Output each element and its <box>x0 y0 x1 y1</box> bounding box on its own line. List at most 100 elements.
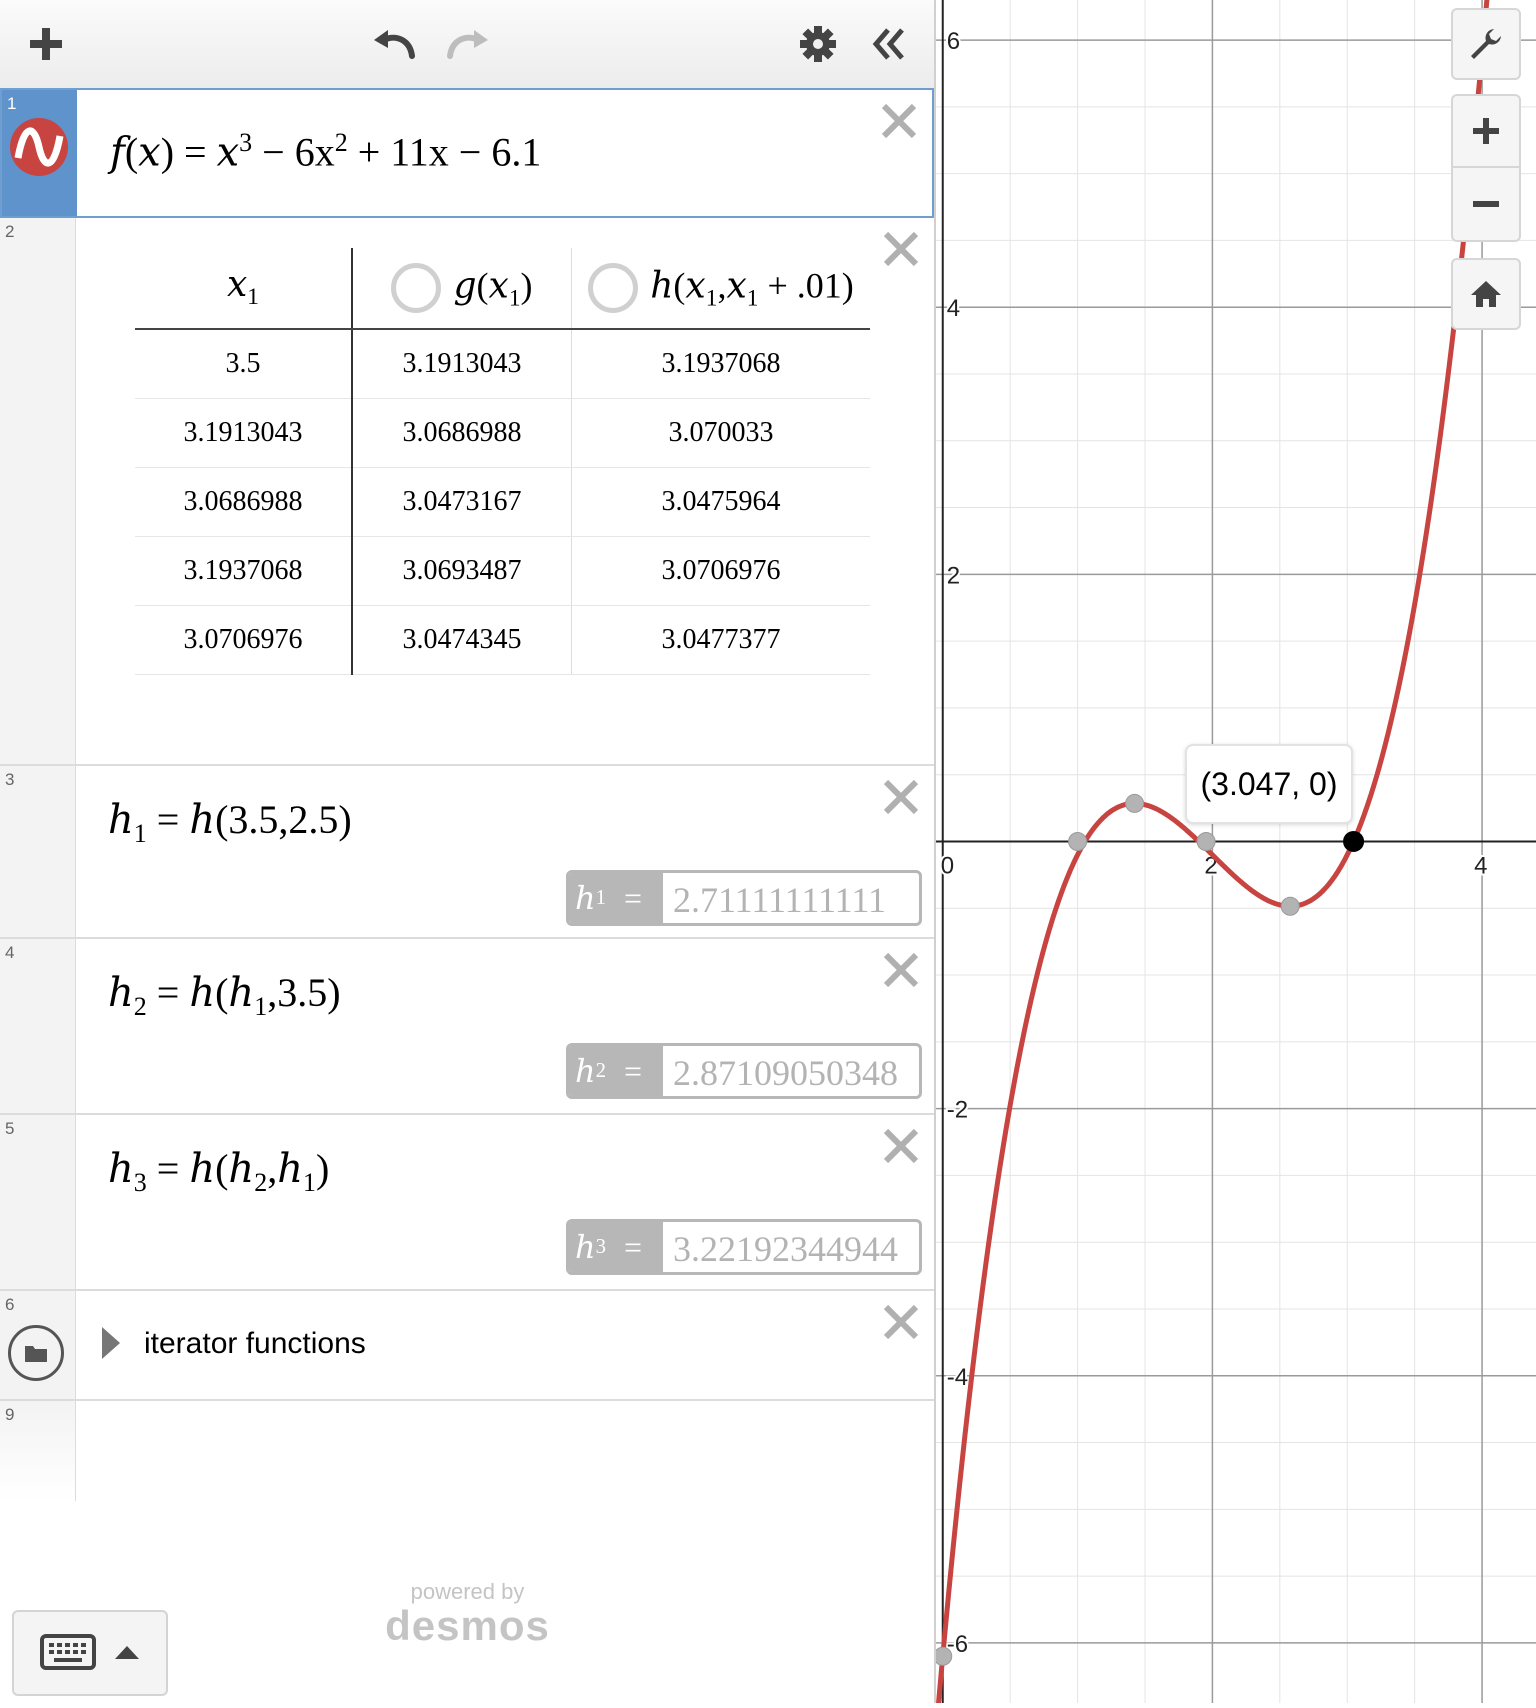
result-label: h 3 = <box>569 1222 663 1272</box>
table-cell: 3.0475964 <box>571 467 870 537</box>
y-tick-label: 6 <box>947 28 960 55</box>
y-tick-label: -4 <box>947 1364 968 1391</box>
expression-row-6[interactable]: 6 iterator functions <box>0 1291 934 1401</box>
expression-row-3[interactable]: 3 h1 = h(3.5,2.5) h 1 = 2.71111111111 <box>0 766 934 939</box>
expression-row-empty[interactable]: 9 <box>0 1401 934 1501</box>
graph-settings-button[interactable] <box>1451 8 1521 80</box>
delete-expression-button[interactable] <box>880 949 922 991</box>
table-header-x1[interactable]: x1 <box>135 248 353 330</box>
delete-expression-button[interactable] <box>880 776 922 818</box>
iteration-point <box>1068 831 1088 851</box>
graph-paper[interactable]: 0 2 4 6 4 2 -2 -4 -6 <box>933 0 1536 1708</box>
expression-gutter: 1 <box>2 90 77 216</box>
evaluation-result: h 1 = 2.71111111111 <box>566 870 922 926</box>
result-value: 2.71111111111 <box>673 880 886 920</box>
gear-icon <box>800 26 836 62</box>
add-expression-button[interactable] <box>16 14 76 74</box>
term-6x: − 6x <box>252 129 335 175</box>
delete-expression-button[interactable] <box>880 1301 922 1343</box>
zoom-out-icon <box>1473 201 1499 207</box>
function-name: f <box>110 129 125 176</box>
delete-expression-button[interactable] <box>880 1125 922 1167</box>
collapse-panel-button[interactable] <box>858 14 918 74</box>
folder-icon[interactable] <box>8 1325 64 1381</box>
table-cell: 3.0474345 <box>352 605 572 675</box>
settings-button[interactable] <box>788 14 848 74</box>
table-cell: 3.1913043 <box>352 329 572 399</box>
table-cell: 3.0706976 <box>571 536 870 606</box>
point-coordinate-label[interactable]: (3.047, 0) <box>1185 744 1353 824</box>
table-row: 3.1913043 3.0686988 3.070033 <box>135 398 870 468</box>
expression-row-1[interactable]: 1 f(x) = x3 − 6x2 + 11x − 6.1 <box>0 88 934 218</box>
zoom-in-button[interactable] <box>1451 94 1521 168</box>
expression-toolbar <box>0 0 934 89</box>
expression-formula[interactable]: h2 = h(h1,3.5) <box>108 969 341 1022</box>
delete-expression-button[interactable] <box>878 100 920 142</box>
expression-gutter: 4 <box>0 939 76 1113</box>
iteration-point <box>933 1646 953 1666</box>
expression-gutter: 3 <box>0 766 76 937</box>
table-row: 3.0686988 3.0473167 3.0475964 <box>135 467 870 537</box>
table-header-row: x1 g(x1) h(x1,x1 + .01) <box>135 248 870 330</box>
y-tick-label: 2 <box>947 562 960 589</box>
table-header-h[interactable]: h(x1,x1 + .01) <box>571 248 870 330</box>
term-tail: + 11x − 6.1 <box>347 129 542 175</box>
result-label: h 1 = <box>569 873 663 923</box>
series-visibility-toggle[interactable] <box>391 263 442 313</box>
table-cell[interactable]: 3.0686988 <box>135 467 353 537</box>
expression-index: 1 <box>7 94 17 113</box>
table-cell: 3.0693487 <box>352 536 572 606</box>
y-tick-label: 4 <box>947 295 960 322</box>
iteration-point <box>1196 831 1216 851</box>
expression-formula[interactable]: f(x) = x3 − 6x2 + 11x − 6.1 <box>110 128 541 175</box>
iteration-point <box>1125 793 1145 813</box>
expression-gutter: 5 <box>0 1115 76 1289</box>
close-icon <box>883 231 919 267</box>
term-x: x <box>216 129 240 176</box>
expression-gutter: 6 <box>0 1291 76 1399</box>
table-row: 3.0706976 3.0474345 3.0477377 <box>135 605 870 675</box>
table-cell[interactable]: 3.5 <box>135 329 353 399</box>
selected-point <box>1343 830 1365 852</box>
exponent-3: 3 <box>239 128 253 157</box>
keyboard-icon <box>40 1634 96 1670</box>
expand-folder-icon[interactable] <box>100 1325 122 1361</box>
result-label: h 2 = <box>569 1046 663 1096</box>
series-visibility-toggle[interactable] <box>588 263 639 313</box>
expression-gutter: 9 <box>0 1401 76 1501</box>
plus-icon <box>30 28 62 60</box>
delete-expression-button[interactable] <box>880 228 922 270</box>
expression-index: 3 <box>5 770 15 789</box>
table-cell: 3.070033 <box>571 398 870 468</box>
expression-row-4[interactable]: 4 h2 = h(h1,3.5) h 2 = 2.87109050348 <box>0 939 934 1115</box>
expression-gutter: 2 <box>0 218 76 764</box>
graph-color-toggle[interactable] <box>10 118 68 176</box>
table-cell[interactable]: 3.1913043 <box>135 398 353 468</box>
expression-formula[interactable]: h1 = h(3.5,2.5) <box>108 796 352 849</box>
expression-index: 5 <box>5 1119 15 1138</box>
expression-row-5[interactable]: 5 h3 = h(h2,h1) h 3 = 3.22192344944 <box>0 1115 934 1291</box>
table-cell[interactable]: 3.0706976 <box>135 605 353 675</box>
undo-button[interactable] <box>364 14 424 74</box>
caret-up-icon <box>115 1646 139 1659</box>
redo-button[interactable] <box>438 14 498 74</box>
undo-icon <box>374 30 415 59</box>
table-cell[interactable]: 3.1937068 <box>135 536 353 606</box>
result-value: 3.22192344944 <box>673 1229 898 1269</box>
close-icon <box>883 1128 919 1164</box>
powered-by-desmos[interactable]: powered by desmos <box>385 1580 550 1648</box>
y-tick-label: -2 <box>947 1097 968 1124</box>
zoom-out-button[interactable] <box>1451 166 1521 242</box>
function-curve[interactable] <box>935 0 1536 1708</box>
graph-canvas[interactable]: 0 2 4642-2-4-6 <box>933 0 1536 1708</box>
keyboard-toggle-button[interactable] <box>12 1610 168 1696</box>
expression-row-2[interactable]: 2 x1 g(x1) h(x1,x1 + .01) 3.5 3.1913043 … <box>0 218 934 766</box>
folder-label[interactable]: iterator functions <box>144 1327 366 1361</box>
expression-formula[interactable]: h3 = h(h2,h1) <box>108 1145 329 1198</box>
expression-index: 4 <box>5 943 15 962</box>
expression-index: 9 <box>5 1405 15 1424</box>
default-viewport-button[interactable] <box>1451 258 1521 330</box>
double-chevron-left-icon <box>872 28 904 60</box>
table-header-g[interactable]: g(x1) <box>352 248 572 330</box>
evaluation-result: h 2 = 2.87109050348 <box>566 1043 922 1099</box>
